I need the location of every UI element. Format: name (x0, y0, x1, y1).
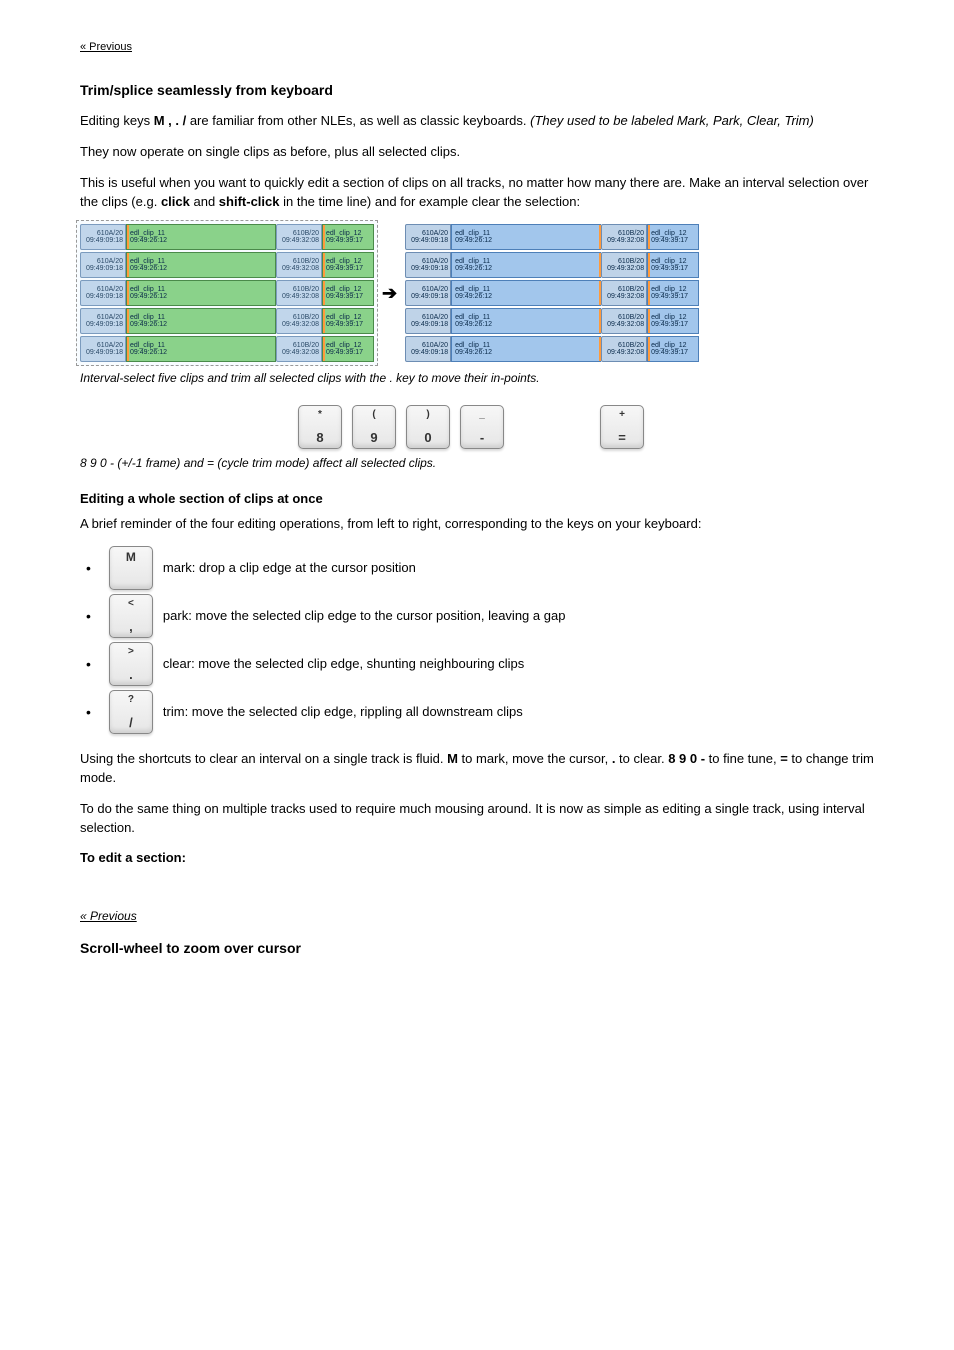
clip-stub: 610B/2009:49:32:08 (276, 224, 322, 250)
clip-tiny: edl_clip_1209:49:39:17 (322, 224, 374, 250)
track-row: 610A/2009:49:09:18 edl_clip_1109:49:26:1… (80, 308, 374, 334)
timeline-figure: 610A/2009:49:09:18 edl_clip_1109:49:26:1… (80, 224, 874, 362)
subheading-to-edit: To edit a section: (80, 849, 874, 868)
list-item: M mark: drop a clip edge at the cursor p… (102, 546, 874, 590)
p3-c: in the time line) and for example clear … (283, 194, 580, 209)
op-desc-park: park: move the selected clip edge to the… (163, 607, 566, 626)
paragraph-6: To do the same thing on multiple tracks … (80, 800, 874, 838)
section-heading-trim: Trim/splice seamlessly from keyboard (80, 80, 874, 100)
list-item: ?/ trim: move the selected clip edge, ri… (102, 690, 874, 734)
paragraph-4: A brief reminder of the four editing ope… (80, 515, 874, 534)
p1-mid: are familiar from other NLEs, as well as… (190, 113, 530, 128)
p1-note: (They used to be labeled Mark, Park, Cle… (530, 113, 814, 128)
key-0[interactable]: )0 (406, 405, 450, 449)
key-period[interactable]: >. (109, 642, 153, 686)
track-row: 610A/2009:49:09:18 edl_clip_1109:49:26:1… (405, 280, 699, 306)
p3-b: and (193, 194, 218, 209)
list-item: <, park: move the selected clip edge to … (102, 594, 874, 638)
op-desc-trim: trim: move the selected clip edge, rippl… (163, 703, 523, 722)
prev-link-top[interactable]: « Previous (80, 40, 874, 56)
paragraph-2: They now operate on single clips as befo… (80, 143, 874, 162)
section-heading-scroll: Scroll-wheel to zoom over cursor (80, 938, 874, 958)
clip-stub: 610A/2009:49:09:18 (80, 224, 126, 250)
p3-shiftclick: shift-click (219, 194, 280, 209)
key-comma[interactable]: <, (109, 594, 153, 638)
track-row: 610A/2009:49:09:18 edl_clip_1109:49:26:1… (80, 280, 374, 306)
clip: edl_clip_1109:49:26:12 (126, 224, 276, 250)
track-row: 610A/2009:49:09:18 edl_clip_1109:49:26:1… (405, 336, 699, 362)
paragraph-5: Using the shortcuts to clear an interval… (80, 750, 874, 788)
track-row: 610A/2009:49:09:18 edl_clip_1109:49:26:1… (80, 252, 374, 278)
prev-link-bottom[interactable]: « Previous (80, 908, 874, 925)
timeline-before: 610A/2009:49:09:18 edl_clip_1109:49:26:1… (80, 224, 374, 362)
subheading-edit-section: Editing a whole section of clips at once (80, 490, 874, 509)
arrow-icon: ➔ (382, 280, 397, 306)
track-row: 610A/2009:49:09:18 edl_clip_1109:49:26:1… (80, 224, 374, 250)
key-8[interactable]: *8 (298, 405, 342, 449)
key-m[interactable]: M (109, 546, 153, 590)
figure-caption-1: Interval-select five clips and trim all … (80, 370, 874, 387)
key-equals[interactable]: += (600, 405, 644, 449)
paragraph-3: This is useful when you want to quickly … (80, 174, 874, 212)
p1-keys: M , . / (154, 113, 187, 128)
p3-click: click (161, 194, 190, 209)
track-row: 610A/2009:49:09:18 edl_clip_1109:49:26:1… (405, 224, 699, 250)
list-item: >. clear: move the selected clip edge, s… (102, 642, 874, 686)
key-9[interactable]: (9 (352, 405, 396, 449)
keyrow-nudge: *8 (9 )0 _- += (298, 405, 874, 449)
timeline-after: 610A/2009:49:09:18 edl_clip_1109:49:26:1… (405, 224, 699, 362)
p1-prefix: Editing keys (80, 113, 154, 128)
figure-caption-keys: 8 9 0 - (+/-1 frame) and = (cycle trim m… (80, 455, 874, 472)
track-row: 610A/2009:49:09:18 edl_clip_1109:49:26:1… (80, 336, 374, 362)
key-slash[interactable]: ?/ (109, 690, 153, 734)
paragraph-1: Editing keys M , . / are familiar from o… (80, 112, 874, 131)
op-desc-clear: clear: move the selected clip edge, shun… (163, 655, 524, 674)
track-row: 610A/2009:49:09:18 edl_clip_1109:49:26:1… (405, 252, 699, 278)
op-desc-mark: mark: drop a clip edge at the cursor pos… (163, 559, 416, 578)
track-row: 610A/2009:49:09:18 edl_clip_1109:49:26:1… (405, 308, 699, 334)
key-minus[interactable]: _- (460, 405, 504, 449)
key-operations-list: M mark: drop a clip edge at the cursor p… (80, 546, 874, 734)
